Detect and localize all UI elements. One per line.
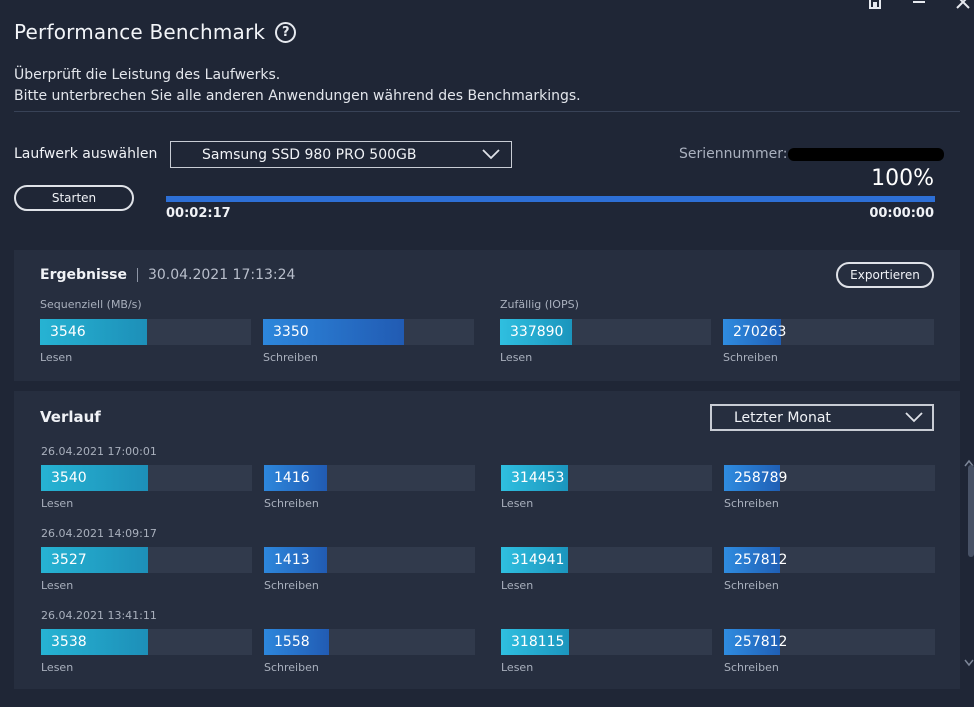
seq-write-caption: Schreiben — [264, 661, 319, 674]
progress-percent: 100% — [871, 166, 934, 191]
results-title: Ergebnisse — [40, 267, 127, 283]
rnd-read-bar: 314941 — [501, 547, 712, 573]
description-line-1: Überprüft die Leistung des Laufwerks. — [14, 67, 281, 83]
elapsed-time: 00:02:17 — [166, 206, 231, 221]
description: Überprüft die Leistung des Laufwerks. Bi… — [14, 65, 581, 107]
help-icon[interactable]: ? — [275, 21, 297, 43]
chevron-down-icon — [904, 410, 924, 428]
results-header: Ergebnisse 30.04.2021 17:13:24 — [40, 267, 295, 283]
results-date: 30.04.2021 17:13:24 — [147, 267, 296, 283]
header-separator — [136, 268, 138, 282]
seq-read-caption: Lesen — [41, 497, 74, 510]
seq-write-value: 1558 — [274, 634, 310, 650]
seq-write-caption: Schreiben — [264, 579, 319, 592]
seq-write-bar: 1558 — [264, 629, 475, 655]
close-icon[interactable] — [952, 0, 974, 10]
serial-redacted — [788, 148, 944, 161]
rnd-read-value: 314941 — [511, 552, 565, 568]
seq-read-bar: 3540 — [41, 465, 252, 491]
rnd-read-bar: 318115 — [501, 629, 712, 655]
drive-select[interactable]: Samsung SSD 980 PRO 500GB — [170, 141, 512, 168]
results-panel: Ergebnisse 30.04.2021 17:13:24 Exportier… — [14, 250, 960, 381]
random-label: Zufällig (IOPS) — [500, 298, 579, 311]
remaining-time: 00:00:00 — [869, 206, 934, 221]
serial-label: Seriennummer: — [679, 146, 788, 162]
history-entry-date: 26.04.2021 17:00:01 — [41, 445, 157, 458]
seq-read-value: 3538 — [51, 634, 87, 650]
drive-select-label: Laufwerk auswählen — [14, 146, 158, 162]
scroll-down-icon[interactable] — [964, 652, 974, 671]
progress-fill — [166, 196, 935, 202]
window-controls — [864, 0, 974, 10]
seq-read-bar: 3538 — [41, 629, 252, 655]
seq-read-caption: Lesen — [40, 351, 73, 364]
rnd-write-bar: 257812 — [724, 629, 935, 655]
period-select[interactable]: Letzter Monat — [710, 404, 934, 431]
rnd-write-caption: Schreiben — [724, 661, 779, 674]
page-title: Performance Benchmark — [14, 20, 266, 44]
seq-read-caption: Lesen — [41, 579, 74, 592]
rnd-read-value: 337890 — [510, 324, 564, 340]
period-select-value: Letzter Monat — [734, 409, 831, 426]
history-entry-date: 26.04.2021 14:09:17 — [41, 527, 157, 540]
sequential-label: Sequenziell (MB/s) — [40, 298, 142, 311]
rnd-read-caption: Lesen — [500, 351, 533, 364]
rnd-write-value: 257812 — [734, 634, 788, 650]
rnd-read-value: 314453 — [511, 470, 565, 486]
seq-write-bar: 3350 — [263, 319, 474, 345]
seq-write-value: 3350 — [273, 324, 309, 340]
seq-write-caption: Schreiben — [264, 497, 319, 510]
restore-icon[interactable] — [864, 0, 886, 10]
rnd-write-bar: 270263 — [723, 319, 934, 345]
rnd-write-value: 270263 — [733, 324, 787, 340]
description-line-2: Bitte unterbrechen Sie alle anderen Anwe… — [14, 88, 581, 104]
seq-write-bar: 1413 — [264, 547, 475, 573]
rnd-read-caption: Lesen — [501, 497, 534, 510]
history-title: Verlauf — [40, 408, 101, 426]
seq-read-bar: 3527 — [41, 547, 252, 573]
start-button[interactable]: Starten — [14, 185, 134, 211]
seq-write-value: 1416 — [274, 470, 310, 486]
rnd-write-caption: Schreiben — [723, 351, 778, 364]
rnd-write-bar: 258789 — [724, 465, 935, 491]
rnd-write-caption: Schreiben — [724, 579, 779, 592]
seq-read-value: 3527 — [51, 552, 87, 568]
rnd-read-value: 318115 — [511, 634, 565, 650]
rnd-write-bar: 257812 — [724, 547, 935, 573]
progress-bar — [166, 196, 935, 202]
rnd-read-bar: 337890 — [500, 319, 711, 345]
history-panel: Verlauf Letzter Monat 26.04.2021 17:00:0… — [14, 391, 960, 689]
minimize-icon[interactable] — [908, 0, 930, 10]
chevron-down-icon — [481, 147, 501, 165]
rnd-write-value: 258789 — [734, 470, 788, 486]
seq-write-caption: Schreiben — [263, 351, 318, 364]
seq-read-caption: Lesen — [41, 661, 74, 674]
seq-write-value: 1413 — [274, 552, 310, 568]
title-row: Performance Benchmark ? — [14, 20, 297, 44]
rnd-read-caption: Lesen — [501, 661, 534, 674]
drive-select-value: Samsung SSD 980 PRO 500GB — [202, 146, 417, 163]
divider — [14, 111, 960, 112]
rnd-write-value: 257812 — [734, 552, 788, 568]
seq-write-bar: 1416 — [264, 465, 475, 491]
rnd-write-caption: Schreiben — [724, 497, 779, 510]
scrollbar-thumb[interactable] — [968, 465, 974, 557]
rnd-read-caption: Lesen — [501, 579, 534, 592]
history-entry-date: 26.04.2021 13:41:11 — [41, 609, 157, 622]
export-button[interactable]: Exportieren — [836, 262, 934, 288]
seq-read-value: 3546 — [50, 324, 86, 340]
seq-read-value: 3540 — [51, 470, 87, 486]
seq-read-bar: 3546 — [40, 319, 251, 345]
rnd-read-bar: 314453 — [501, 465, 712, 491]
